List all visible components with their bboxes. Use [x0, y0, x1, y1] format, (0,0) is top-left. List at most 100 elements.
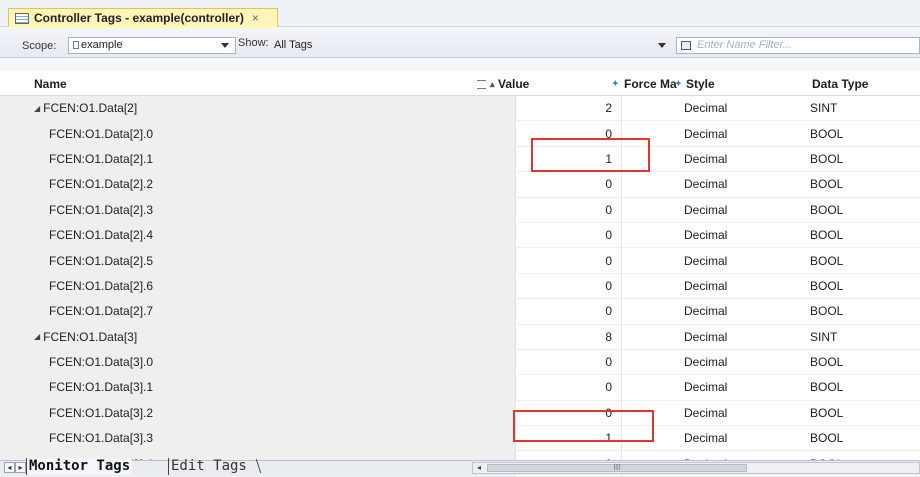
style-cell[interactable]: Decimal: [684, 375, 810, 399]
data-type-cell[interactable]: BOOL: [810, 375, 920, 399]
horizontal-scrollbar[interactable]: ◂ III: [472, 462, 920, 474]
table-row[interactable]: FCEN:O1.Data[2].4 0 Decimal BOOL: [0, 222, 920, 249]
tag-name-cell[interactable]: FCEN:O1.Data[3].0: [0, 349, 516, 375]
column-header-force-mask[interactable]: Force Ma: [624, 77, 677, 91]
tag-name-cell[interactable]: ◢ FCEN:O1.Data[3]: [0, 324, 516, 349]
tag-name-cell[interactable]: FCEN:O1.Data[3].1: [0, 375, 516, 400]
data-type-cell[interactable]: SINT: [810, 325, 920, 349]
close-icon[interactable]: ×: [252, 11, 259, 25]
table-row[interactable]: FCEN:O1.Data[2].3 0 Decimal BOOL: [0, 197, 920, 223]
scroll-left-icon[interactable]: ◂: [473, 463, 485, 473]
force-mask-cell[interactable]: [622, 96, 684, 120]
table-row[interactable]: FCEN:O1.Data[3].0 0 Decimal BOOL: [0, 349, 920, 376]
style-cell[interactable]: Decimal: [684, 248, 810, 272]
data-type-cell[interactable]: SINT: [810, 96, 920, 120]
tab-scroll-right-icon[interactable]: ▸: [15, 462, 26, 473]
collapse-triangle-icon[interactable]: ◢: [34, 332, 40, 341]
data-type-cell[interactable]: BOOL: [810, 350, 920, 374]
table-row[interactable]: FCEN:O1.Data[2].5 0 Decimal BOOL: [0, 248, 920, 274]
tab-monitor-tags[interactable]: Monitor Tags: [26, 458, 133, 475]
value-cell[interactable]: 0: [516, 273, 622, 299]
filter-placeholder: Enter Name Filter...: [697, 39, 792, 51]
style-cell[interactable]: Decimal: [684, 299, 810, 323]
value-cell[interactable]: 0: [516, 299, 622, 324]
data-type-cell[interactable]: BOOL: [810, 401, 920, 425]
column-header-data-type[interactable]: Data Type: [812, 77, 868, 91]
style-cell[interactable]: Decimal: [684, 325, 810, 349]
data-type-cell[interactable]: BOOL: [810, 121, 920, 145]
data-type-cell[interactable]: BOOL: [810, 223, 920, 247]
value-cell[interactable]: 0: [516, 248, 622, 273]
table-row[interactable]: FCEN:O1.Data[2].6 0 Decimal BOOL: [0, 273, 920, 300]
force-mask-cell[interactable]: [622, 350, 684, 374]
force-mask-cell[interactable]: [622, 172, 684, 196]
scope-dropdown[interactable]: example: [68, 37, 236, 54]
data-type-cell[interactable]: BOOL: [810, 274, 920, 298]
data-type-cell[interactable]: BOOL: [810, 299, 920, 323]
style-cell[interactable]: Decimal: [684, 274, 810, 298]
style-cell[interactable]: Decimal: [684, 198, 810, 222]
data-type-cell[interactable]: BOOL: [810, 147, 920, 171]
value-cell[interactable]: 0: [516, 349, 622, 375]
name-filter-input[interactable]: Enter Name Filter...: [676, 37, 920, 54]
tag-name-cell[interactable]: FCEN:O1.Data[2].0: [0, 121, 516, 146]
tag-name-cell[interactable]: FCEN:O1.Data[2].6: [0, 273, 516, 299]
value-cell[interactable]: 0: [516, 172, 622, 197]
value-cell[interactable]: 0: [516, 197, 622, 222]
force-mask-cell[interactable]: [622, 375, 684, 399]
table-row[interactable]: FCEN:O1.Data[2].0 0 Decimal BOOL: [0, 121, 920, 147]
table-row[interactable]: FCEN:O1.Data[2].7 0 Decimal BOOL: [0, 299, 920, 325]
table-row[interactable]: FCEN:O1.Data[3].1 0 Decimal BOOL: [0, 375, 920, 401]
tag-name-cell[interactable]: FCEN:O1.Data[3].3: [0, 426, 516, 451]
style-cell[interactable]: Decimal: [684, 121, 810, 145]
table-row[interactable]: ◢ FCEN:O1.Data[3] 8 Decimal SINT: [0, 324, 920, 350]
tag-name-cell[interactable]: FCEN:O1.Data[2].4: [0, 222, 516, 248]
table-row[interactable]: FCEN:O1.Data[3].2 0 Decimal BOOL: [0, 400, 920, 427]
tab-edit-tags[interactable]: Edit Tags: [168, 458, 247, 475]
tab-scroll-left-icon[interactable]: ◂: [4, 462, 15, 473]
style-cell[interactable]: Decimal: [684, 147, 810, 171]
tag-style: Decimal: [684, 151, 728, 166]
table-row[interactable]: FCEN:O1.Data[2].1 1 Decimal BOOL: [0, 146, 920, 173]
style-cell[interactable]: Decimal: [684, 401, 810, 425]
table-row[interactable]: FCEN:O1.Data[3].3 1 Decimal BOOL: [0, 426, 920, 452]
data-type-cell[interactable]: BOOL: [810, 248, 920, 272]
tag-name-cell[interactable]: FCEN:O1.Data[2].3: [0, 197, 516, 222]
column-header-name[interactable]: Name: [34, 77, 67, 91]
data-type-cell[interactable]: BOOL: [810, 426, 920, 450]
collapse-triangle-icon[interactable]: ◢: [34, 104, 40, 113]
show-dropdown[interactable]: All Tags: [273, 37, 673, 54]
force-mask-cell[interactable]: [622, 325, 684, 349]
style-cell[interactable]: Decimal: [684, 426, 810, 450]
force-mask-cell[interactable]: [622, 198, 684, 222]
table-row[interactable]: ◢ FCEN:O1.Data[2] 2 Decimal SINT: [0, 96, 920, 122]
table-row[interactable]: FCEN:O1.Data[2].2 0 Decimal BOOL: [0, 172, 920, 198]
style-cell[interactable]: Decimal: [684, 96, 810, 120]
data-type-cell[interactable]: BOOL: [810, 198, 920, 222]
force-mask-cell[interactable]: [622, 274, 684, 298]
value-cell[interactable]: 0: [516, 375, 622, 400]
force-mask-cell[interactable]: [622, 248, 684, 272]
column-header-value[interactable]: Value: [498, 77, 529, 91]
tag-name-cell[interactable]: FCEN:O1.Data[2].5: [0, 248, 516, 273]
column-header-style[interactable]: Style: [686, 77, 715, 91]
value-cell[interactable]: 8: [516, 324, 622, 349]
tag-value: 0: [605, 355, 612, 370]
scrollbar-thumb[interactable]: III: [487, 464, 747, 472]
tab-controller-tags[interactable]: Controller Tags - example(controller) ×: [8, 8, 278, 27]
force-mask-cell[interactable]: [622, 223, 684, 247]
tag-name-cell[interactable]: FCEN:O1.Data[2].2: [0, 172, 516, 197]
tag-name-cell[interactable]: FCEN:O1.Data[3].2: [0, 400, 516, 426]
value-cell[interactable]: 0: [516, 222, 622, 248]
style-cell[interactable]: Decimal: [684, 172, 810, 196]
tag-name-cell[interactable]: FCEN:O1.Data[2].7: [0, 299, 516, 324]
style-cell[interactable]: Decimal: [684, 223, 810, 247]
tag-name-cell[interactable]: FCEN:O1.Data[2].1: [0, 146, 516, 172]
force-mask-cell[interactable]: [622, 299, 684, 323]
tag-name-cell[interactable]: ◢ FCEN:O1.Data[2]: [0, 96, 516, 121]
column-options-icon[interactable]: [477, 80, 486, 89]
style-cell[interactable]: Decimal: [684, 350, 810, 374]
tag-data-type: BOOL: [810, 151, 844, 166]
data-type-cell[interactable]: BOOL: [810, 172, 920, 196]
value-cell[interactable]: 2: [516, 96, 622, 121]
